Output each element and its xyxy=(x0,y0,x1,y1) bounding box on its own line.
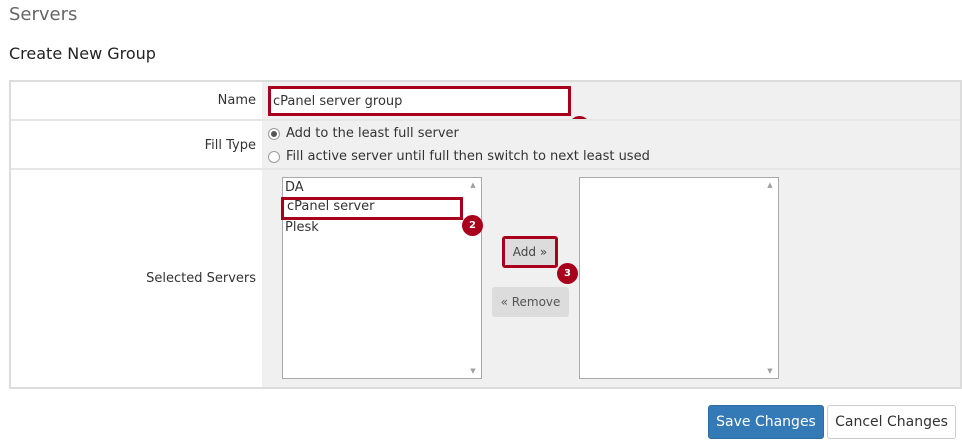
page-title: Servers xyxy=(9,4,78,25)
name-row: Name 1 xyxy=(11,82,960,137)
save-changes-button[interactable]: Save Changes xyxy=(708,405,824,439)
scroll-up-icon[interactable]: ▲ xyxy=(465,178,481,192)
add-server-button[interactable]: Add » xyxy=(502,236,558,268)
server-option-cpanel[interactable]: cPanel server xyxy=(281,197,463,220)
fill-type-row: Fill Type Add to the least full server F… xyxy=(11,119,960,168)
fill-type-cell: Add to the least full server Fill active… xyxy=(262,121,960,168)
scroll-up-icon[interactable]: ▲ xyxy=(762,178,778,192)
servers-cell: DA cPanel server Plesk ▲ ▼ 2 Add » 3 « R… xyxy=(262,170,960,387)
scroll-down-icon[interactable]: ▼ xyxy=(762,364,778,378)
fill-option-least-full-label: Add to the least full server xyxy=(286,126,459,141)
radio-fill-active[interactable] xyxy=(268,150,280,163)
selected-servers-row: Selected Servers DA cPanel server Plesk … xyxy=(11,168,960,387)
name-field-cell: 1 xyxy=(262,82,960,137)
group-name-input[interactable] xyxy=(268,86,571,116)
remove-server-button[interactable]: « Remove xyxy=(492,287,569,317)
selected-servers-list[interactable]: ▲ ▼ xyxy=(579,177,779,379)
annotation-badge-3: 3 xyxy=(557,263,578,284)
server-option-plesk[interactable]: Plesk xyxy=(285,219,319,237)
cancel-changes-button[interactable]: Cancel Changes xyxy=(827,405,956,439)
scroll-down-icon[interactable]: ▼ xyxy=(465,364,481,378)
available-servers-list[interactable]: DA cPanel server Plesk ▲ ▼ xyxy=(281,177,482,379)
section-title: Create New Group xyxy=(9,44,156,63)
annotation-badge-2: 2 xyxy=(462,215,483,236)
create-group-form: Name 1 Fill Type Add to the least full s… xyxy=(9,80,962,389)
name-label: Name xyxy=(217,93,256,108)
fill-option-fill-active-label: Fill active server until full then switc… xyxy=(286,149,650,164)
server-option-da[interactable]: DA xyxy=(285,179,304,197)
radio-least-full[interactable] xyxy=(268,127,280,140)
selected-list-scrollbar[interactable]: ▲ ▼ xyxy=(762,178,778,378)
selected-servers-label: Selected Servers xyxy=(146,271,256,286)
fill-option-fill-active[interactable]: Fill active server until full then switc… xyxy=(268,149,650,164)
fill-type-label: Fill Type xyxy=(204,138,256,153)
available-list-scrollbar[interactable]: ▲ ▼ xyxy=(465,178,481,378)
fill-option-least-full[interactable]: Add to the least full server xyxy=(268,126,459,141)
